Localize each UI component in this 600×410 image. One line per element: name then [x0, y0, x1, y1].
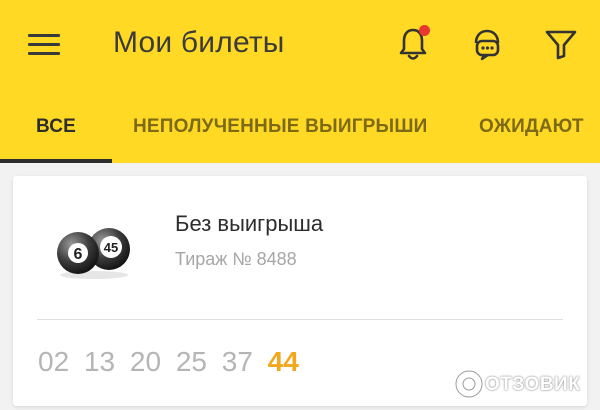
lottery-logo: 6 45 [53, 221, 135, 281]
ticket-numbers: 02 13 20 25 37 44 [38, 346, 299, 378]
ticket-number: 25 [175, 346, 207, 377]
ticket-number: 02 [38, 346, 70, 377]
logo-ball-number: 45 [104, 240, 118, 255]
menu-icon[interactable] [28, 34, 60, 58]
watermark-text: ОТЗОВИК [485, 374, 581, 395]
bonus-number: 44 [267, 346, 299, 377]
tab-unclaimed-winnings[interactable]: НЕПОЛУЧЕННЫЕ ВЫИГРЫШИ [133, 116, 428, 138]
ticket-number: 13 [83, 346, 116, 377]
support-chat-icon[interactable] [467, 24, 507, 64]
ticket-number: 20 [129, 346, 162, 377]
tab-bar: ВСЕ НЕПОЛУЧЕННЫЕ ВЫИГРЫШИ ОЖИДАЮТ [0, 92, 600, 163]
active-tab-indicator [0, 159, 112, 163]
app-bar: Мои билеты [0, 0, 600, 92]
divider [37, 319, 563, 320]
notification-dot [419, 25, 430, 36]
watermark-logo: ОТЗОВИК [453, 366, 593, 402]
ticket-status: Без выигрыша [175, 211, 324, 236]
filter-icon[interactable] [541, 24, 581, 64]
tab-all[interactable]: ВСЕ [36, 116, 76, 138]
page-title: Мои билеты [113, 26, 285, 59]
bell-icon[interactable] [393, 24, 433, 64]
logo-ball-number: 6 [74, 246, 83, 263]
ticket-number: 37 [221, 346, 253, 377]
draw-number: Тираж № 8488 [175, 249, 297, 269]
tab-waiting[interactable]: ОЖИДАЮТ [479, 116, 584, 138]
